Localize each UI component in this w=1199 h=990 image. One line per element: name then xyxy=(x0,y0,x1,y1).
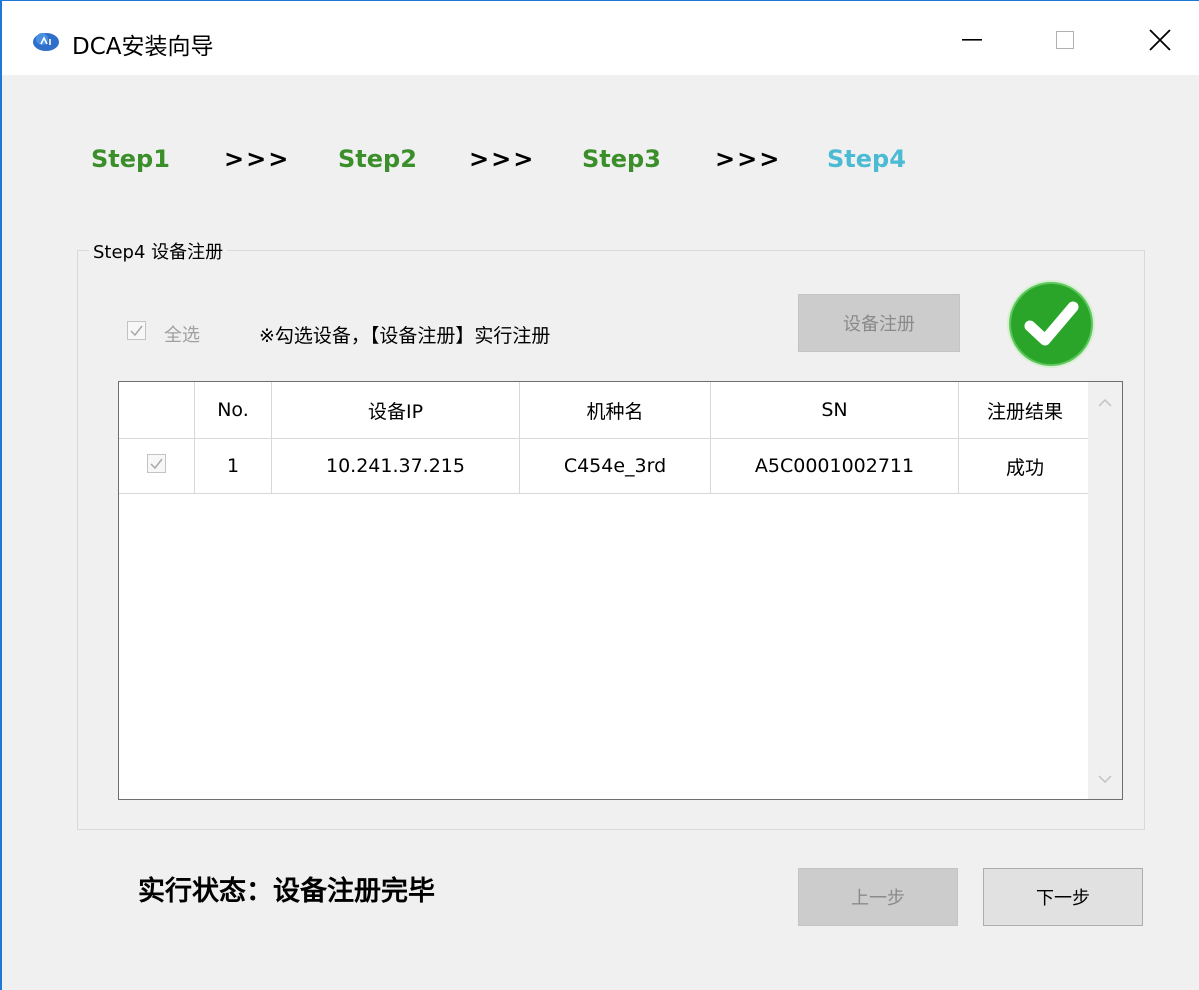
row-checkbox[interactable] xyxy=(147,454,166,473)
step-separator: >>> xyxy=(469,145,536,173)
cell-ip: 10.241.37.215 xyxy=(271,438,520,494)
column-header-ip[interactable]: 设备IP xyxy=(271,382,520,439)
table-row[interactable]: 1 10.241.37.215 C454e_3rd A5C0001002711 … xyxy=(119,438,1092,494)
column-header-result[interactable]: 注册结果 xyxy=(958,382,1092,439)
group-title: Step4 设备注册 xyxy=(89,238,228,264)
success-check-icon xyxy=(1007,280,1095,368)
step-3: Step3 xyxy=(582,145,661,173)
cell-model: C454e_3rd xyxy=(519,438,711,494)
installer-window: DCA安装向导 Step1 >>> Step2 >>> Step3 >>> St… xyxy=(0,0,1199,990)
vertical-scrollbar[interactable] xyxy=(1088,382,1122,799)
scroll-up-icon[interactable] xyxy=(1098,398,1112,408)
column-header-check xyxy=(119,382,195,439)
table-header-row: No. 设备IP 机种名 SN 注册结果 xyxy=(119,382,1092,439)
window-title: DCA安装向导 xyxy=(72,34,214,60)
column-header-sn[interactable]: SN xyxy=(710,382,959,439)
cell-sn: A5C0001002711 xyxy=(710,438,959,494)
scroll-down-icon[interactable] xyxy=(1098,774,1112,784)
cell-no: 1 xyxy=(194,438,272,494)
title-bar: DCA安装向导 xyxy=(2,1,1199,75)
maximize-icon xyxy=(1056,31,1074,49)
select-all-label: 全选 xyxy=(164,325,200,346)
select-all-checkbox[interactable] xyxy=(127,321,146,340)
row-checkbox-cell[interactable] xyxy=(119,438,195,494)
instruction-text: ※勾选设备，【设备注册】实行注册 xyxy=(259,325,551,347)
close-icon xyxy=(1149,29,1171,51)
column-header-model[interactable]: 机种名 xyxy=(519,382,711,439)
previous-step-button[interactable]: 上一步 xyxy=(798,868,958,926)
column-header-no[interactable]: No. xyxy=(194,382,272,439)
check-icon xyxy=(130,325,143,337)
close-button[interactable] xyxy=(1130,15,1190,65)
register-device-button[interactable]: 设备注册 xyxy=(798,294,960,352)
step-1: Step1 xyxy=(91,145,170,173)
minimize-button[interactable] xyxy=(942,15,1002,65)
step-separator: >>> xyxy=(224,145,291,173)
device-table: No. 设备IP 机种名 SN 注册结果 1 10.241.37.215 C45… xyxy=(118,381,1123,800)
step-2: Step2 xyxy=(338,145,417,173)
check-icon xyxy=(150,458,163,470)
minimize-icon xyxy=(962,39,982,41)
step-separator: >>> xyxy=(715,145,782,173)
maximize-button[interactable] xyxy=(1035,15,1095,65)
step-4-current: Step4 xyxy=(827,145,906,173)
next-step-button[interactable]: 下一步 xyxy=(983,868,1143,926)
cell-result: 成功 xyxy=(958,438,1092,494)
app-cloud-icon xyxy=(33,33,59,51)
execution-status: 实行状态：设备注册完毕 xyxy=(138,876,435,907)
